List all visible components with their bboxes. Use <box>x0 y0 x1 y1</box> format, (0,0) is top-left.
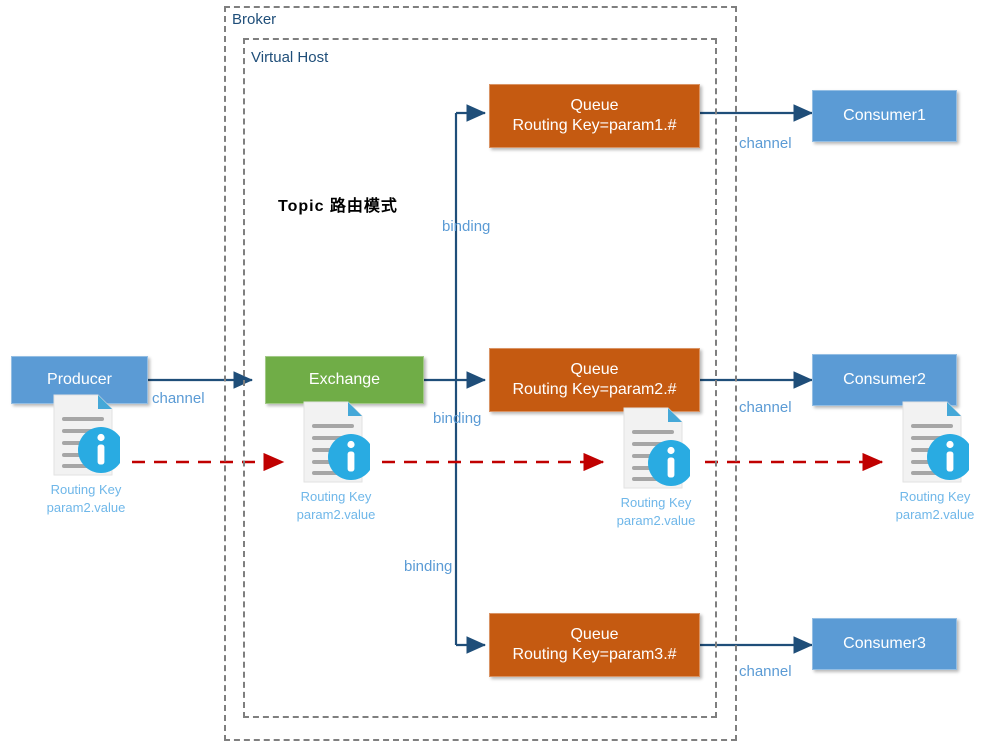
node-queue1-routing-key: Routing Key=param1.# <box>512 117 677 134</box>
edge-label-binding-top: binding <box>442 218 491 235</box>
node-exchange-label: Exchange <box>308 371 381 388</box>
node-queue1-title: Queue <box>570 97 619 114</box>
edge-label-binding-bottom: binding <box>404 558 453 575</box>
message-producer: Routing Key param2.value <box>30 393 142 516</box>
message-queue2-caption: Routing Key param2.value <box>600 494 712 529</box>
node-producer-label: Producer <box>47 371 112 388</box>
message-queue2-caption-line1: Routing Key <box>620 495 692 510</box>
edge-label-channel-consumer1: channel <box>739 135 792 152</box>
node-queue2-title: Queue <box>570 361 619 378</box>
document-info-icon <box>302 400 374 484</box>
node-consumer2-label: Consumer2 <box>843 371 926 388</box>
node-exchange[interactable]: Exchange <box>265 356 424 404</box>
message-exchange: Routing Key param2.value <box>280 400 392 523</box>
node-queue3-title: Queue <box>570 626 619 643</box>
node-queue3[interactable]: Queue Routing Key=param3.# <box>489 613 700 677</box>
diagram-title: Topic 路由模式 <box>278 198 398 215</box>
message-queue2-caption-line2: param2.value <box>616 512 696 528</box>
node-queue3-routing-key: Routing Key=param3.# <box>512 646 677 663</box>
message-consumer2-caption: Routing Key param2.value <box>879 488 990 523</box>
edge-label-channel-producer: channel <box>152 390 205 407</box>
virtual-host-label: Virtual Host <box>251 49 329 66</box>
document-info-icon <box>52 393 124 477</box>
node-queue1[interactable]: Queue Routing Key=param1.# <box>489 84 700 148</box>
edge-label-channel-consumer3: channel <box>739 663 792 680</box>
node-queue2[interactable]: Queue Routing Key=param2.# <box>489 348 700 412</box>
message-exchange-caption-line2: param2.value <box>296 506 376 522</box>
document-info-icon <box>901 400 973 484</box>
node-consumer2[interactable]: Consumer2 <box>812 354 957 406</box>
node-consumer3-label: Consumer3 <box>843 635 926 652</box>
diagram-canvas: Broker Virtual Host Topic 路由模式 Producer … <box>0 0 990 747</box>
broker-label: Broker <box>232 11 277 28</box>
message-consumer2-caption-line2: param2.value <box>895 506 975 522</box>
node-consumer1[interactable]: Consumer1 <box>812 90 957 142</box>
document-info-icon <box>622 406 694 490</box>
message-producer-caption-line1: Routing Key <box>50 482 122 497</box>
message-exchange-caption: Routing Key param2.value <box>280 488 392 523</box>
node-queue2-routing-key: Routing Key=param2.# <box>512 381 677 398</box>
message-consumer2: Routing Key param2.value <box>879 400 990 523</box>
edge-label-channel-consumer2: channel <box>739 399 792 416</box>
message-producer-caption: Routing Key param2.value <box>30 481 142 516</box>
message-consumer2-caption-line1: Routing Key <box>899 489 971 504</box>
message-queue2: Routing Key param2.value <box>600 406 712 529</box>
message-exchange-caption-line1: Routing Key <box>300 489 372 504</box>
node-consumer3[interactable]: Consumer3 <box>812 618 957 670</box>
node-consumer1-label: Consumer1 <box>843 107 926 124</box>
edge-label-binding-mid: binding <box>433 410 482 427</box>
message-producer-caption-line2: param2.value <box>46 499 126 515</box>
